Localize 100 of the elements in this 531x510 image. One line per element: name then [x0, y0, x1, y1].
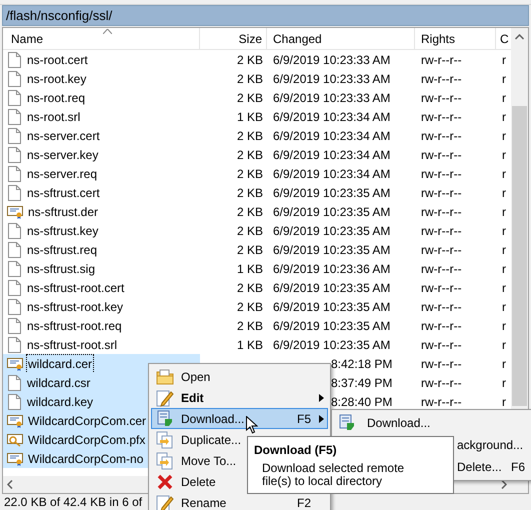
- certificate-icon: [7, 452, 23, 466]
- rights-cell: rw-r--r--: [421, 300, 462, 314]
- file-name: ns-sftrust.cert: [26, 184, 101, 202]
- menu-item[interactable]: Download...: [332, 412, 531, 434]
- size-cell-text: 2 KB: [236, 280, 263, 296]
- file-row[interactable]: ns-server.key: [3, 145, 200, 164]
- copy-document-icon: [156, 452, 174, 470]
- rights-cell: rw-r--r--: [421, 262, 462, 276]
- menu-item[interactable]: Download... F5: [151, 408, 328, 429]
- document-icon: [8, 242, 21, 258]
- column-header[interactable]: Rights: [415, 28, 496, 49]
- file-row[interactable]: ns-root.req: [3, 88, 200, 107]
- owner-cell: r: [502, 148, 506, 162]
- file-row[interactable]: ns-root.srl: [3, 107, 200, 126]
- file-row[interactable]: ns-sftrust-root.cert: [3, 278, 200, 297]
- rights-cell: rw-r--r--: [421, 148, 462, 162]
- copy-document-icon: [156, 430, 174, 448]
- document-icon: [8, 184, 21, 200]
- column-header[interactable]: Size: [200, 28, 267, 49]
- size-cell-text: 2 KB: [236, 90, 263, 106]
- date-cell-text: 8:42:18 PM: [331, 356, 392, 372]
- submenu-arrow-icon: [318, 414, 324, 422]
- date-cell-text: 6/9/2019 10:23:35 AM: [273, 280, 390, 296]
- shortcut-text: F5: [296, 410, 311, 428]
- date-cell-text: 6/9/2019 10:23:34 AM: [273, 146, 390, 164]
- size-cell-text: 1 KB: [236, 108, 263, 126]
- file-name: wildcard.key: [26, 394, 94, 410]
- owner-cell: r: [502, 376, 506, 390]
- document-icon: [8, 374, 21, 390]
- file-row[interactable]: ns-sftrust.cert: [3, 183, 200, 202]
- file-row[interactable]: ns-sftrust-root.req: [3, 316, 200, 335]
- date-cell-text: 6/9/2019 10:23:36 AM: [273, 260, 390, 278]
- size-cell-text: 2 KB: [236, 242, 263, 258]
- menu-label: Rename: [181, 494, 226, 510]
- rights-cell: rw-r--r--: [421, 186, 462, 200]
- column-header[interactable]: C: [496, 28, 510, 49]
- column-header[interactable]: Changed: [267, 28, 415, 49]
- size-cell-text: 1 KB: [236, 336, 263, 354]
- tooltip-title: Download (F5): [254, 442, 338, 459]
- owner-cell: r: [502, 356, 506, 370]
- pencil-icon: [156, 494, 174, 510]
- date-cell-text: 6/9/2019 10:23:35 AM: [273, 318, 390, 334]
- file-row[interactable]: ns-server.cert: [3, 126, 200, 145]
- file-name: WildcardCorpCom.cer: [27, 412, 148, 430]
- date-cell-text: 6/9/2019 10:23:35 AM: [273, 184, 390, 202]
- size-cell-text: 1 KB: [236, 260, 263, 278]
- column-header[interactable]: Name: [3, 28, 200, 49]
- file-name: ns-sftrust.sig: [26, 260, 96, 278]
- file-row[interactable]: ns-sftrust-root.key: [3, 297, 200, 316]
- file-row[interactable]: ns-sftrust.sig: [3, 259, 200, 278]
- file-name: ns-root.cert: [26, 52, 89, 68]
- document-icon: [8, 90, 21, 106]
- chevron-left-icon: [7, 480, 13, 489]
- file-name: ns-server.req: [26, 166, 98, 182]
- file-name: ns-sftrust-root.cert: [26, 280, 126, 296]
- size-cell-text: 2 KB: [236, 298, 263, 316]
- owner-cell: r: [502, 300, 506, 314]
- file-row[interactable]: ns-sftrust.req: [3, 240, 200, 259]
- file-name: ns-root.key: [26, 70, 88, 88]
- rights-cell: rw-r--r--: [421, 128, 462, 142]
- size-cell-text: 2 KB: [236, 146, 263, 164]
- document-icon: [8, 52, 21, 68]
- rights-cell: rw-r--r--: [421, 356, 462, 370]
- date-cell-text: 6/9/2019 10:23:34 AM: [273, 128, 390, 144]
- menu-item[interactable]: Rename F2: [151, 492, 328, 510]
- rights-cell: rw-r--r--: [421, 242, 462, 256]
- file-name: ns-sftrust.der: [27, 204, 100, 220]
- date-cell-text: 6/9/2019 10:23:34 AM: [273, 108, 390, 126]
- mouse-cursor-icon: [246, 416, 258, 434]
- document-icon: [8, 280, 21, 296]
- file-name: WildcardCorpCom-no: [27, 450, 144, 468]
- certificate-icon: [7, 204, 23, 218]
- download-document-icon: [338, 414, 356, 432]
- tooltip-text: Download selected remote file(s) to local directory: [261, 462, 406, 488]
- shortcut-text: F6: [510, 459, 525, 476]
- document-icon: [8, 298, 21, 314]
- file-row[interactable]: ns-root.cert: [3, 50, 200, 69]
- date-cell-text: 6/9/2019 10:23:33 AM: [273, 52, 390, 68]
- document-icon: [8, 222, 21, 238]
- file-row[interactable]: ns-sftrust.der: [3, 202, 200, 221]
- file-row[interactable]: ns-sftrust.key: [3, 221, 200, 240]
- document-icon: [8, 260, 21, 276]
- file-name: ns-sftrust.req: [26, 242, 98, 258]
- file-row[interactable]: ns-root.key: [3, 69, 200, 88]
- certificate-icon: [7, 414, 23, 428]
- owner-cell: r: [502, 166, 506, 180]
- date-cell-text: 8:37:49 PM: [331, 374, 392, 392]
- file-name: ns-sftrust.key: [26, 222, 100, 240]
- folder-icon: [156, 368, 174, 384]
- size-cell-text: 2 KB: [236, 222, 263, 240]
- scrollbar-thumb[interactable]: [512, 106, 527, 406]
- file-row[interactable]: ns-server.req: [3, 164, 200, 183]
- owner-cell: r: [502, 262, 506, 276]
- rights-cell: rw-r--r--: [421, 224, 462, 238]
- date-cell-text: 6/9/2019 10:23:35 AM: [273, 242, 390, 258]
- file-row[interactable]: ns-sftrust-root.srl: [3, 335, 200, 354]
- owner-cell: r: [502, 318, 506, 332]
- download-document-icon: [156, 410, 174, 428]
- rights-cell: rw-r--r--: [421, 52, 462, 66]
- rights-cell: rw-r--r--: [421, 394, 462, 408]
